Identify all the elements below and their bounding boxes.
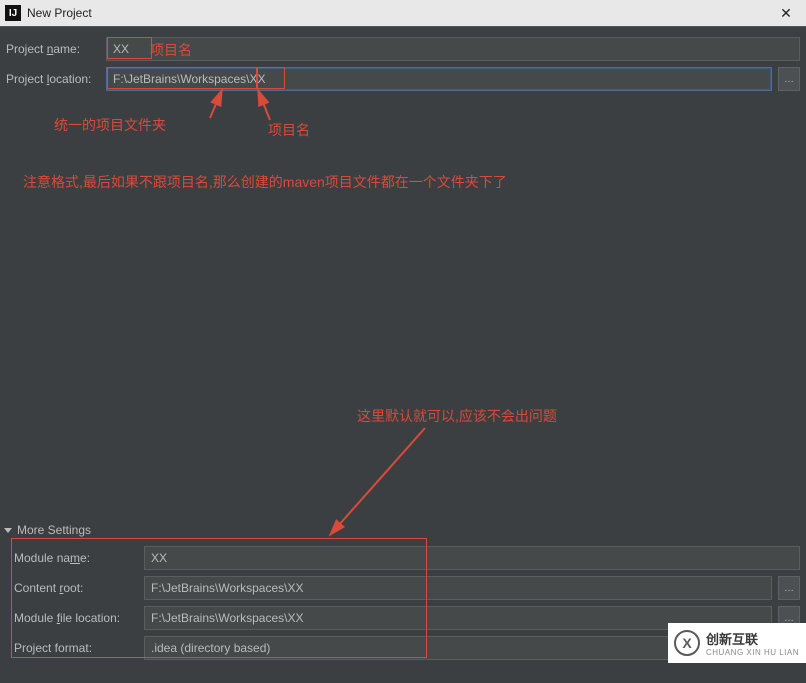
watermark-icon: X [674, 630, 700, 656]
project-format-label: Project format: [14, 641, 144, 655]
annotation-unified-folder: 统一的项目文件夹 [54, 115, 166, 135]
ellipsis-icon: … [784, 613, 794, 624]
module-name-label: Module name: [14, 551, 144, 565]
annotation-format-note: 注意格式,最后如果不跟项目名,那么创建的maven项目文件都在一个文件夹下了 [23, 172, 507, 192]
project-name-input[interactable] [106, 37, 800, 61]
project-format-value: .idea (directory based) [151, 641, 270, 655]
watermark: X 创新互联 CHUANG XIN HU LIAN [668, 623, 806, 663]
annotation-project-name-2: 项目名 [268, 120, 310, 140]
browse-location-button[interactable]: … [778, 67, 800, 91]
more-settings-toggle[interactable]: More Settings [0, 520, 806, 540]
project-location-row: Project location: … [6, 67, 800, 91]
module-name-row: Module name: [14, 546, 800, 570]
browse-content-root-button[interactable]: … [778, 576, 800, 600]
chevron-down-icon [4, 528, 12, 533]
content-root-label: Content root: [14, 581, 144, 595]
close-icon: ✕ [780, 5, 792, 22]
annotation-default-ok: 这里默认就可以,应该不会出问题 [357, 406, 557, 426]
ellipsis-icon: … [784, 583, 794, 594]
titlebar: IJ New Project ✕ [0, 0, 806, 27]
close-button[interactable]: ✕ [766, 0, 806, 27]
project-location-label: Project location: [6, 72, 106, 86]
project-form: Project name: Project location: … [0, 27, 806, 91]
content-root-input[interactable] [144, 576, 772, 600]
watermark-text: 创新互联 CHUANG XIN HU LIAN [706, 629, 799, 657]
project-location-input[interactable] [106, 67, 772, 91]
project-name-row: Project name: [6, 37, 800, 61]
project-name-label: Project name: [6, 42, 106, 56]
app-icon: IJ [5, 5, 21, 21]
module-name-input[interactable] [144, 546, 800, 570]
module-file-location-label: Module file location: [14, 611, 144, 625]
watermark-cn: 创新互联 [706, 629, 799, 648]
window-title: New Project [27, 6, 766, 20]
ellipsis-icon: … [784, 74, 794, 85]
content-root-row: Content root: … [14, 576, 800, 600]
more-settings-label: More Settings [17, 523, 91, 537]
watermark-en: CHUANG XIN HU LIAN [706, 648, 799, 657]
